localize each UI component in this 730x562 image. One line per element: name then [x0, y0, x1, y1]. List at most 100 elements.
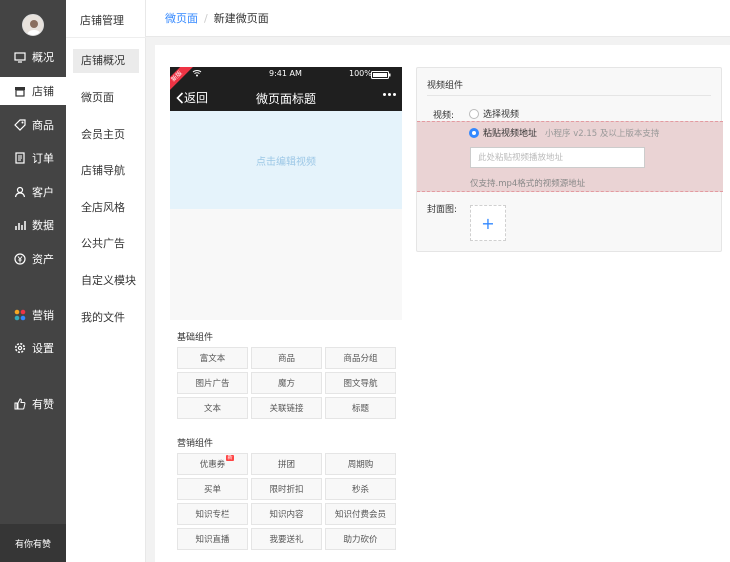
status-time: 9:41 AM	[269, 69, 302, 78]
component-rich-text[interactable]: 富文本	[177, 347, 248, 369]
component-group-buy[interactable]: 拼团	[251, 453, 322, 475]
format-note: 仅支持.mp4格式的视频源地址	[470, 179, 586, 189]
nav-label: 订单	[32, 152, 54, 165]
subnav-item-member-home[interactable]: 会员主页	[73, 123, 139, 147]
breadcrumb-separator: /	[204, 11, 208, 25]
basic-components: 富文本 商品 商品分组 图片广告 魔方 图文导航 文本 关联链接 标题	[177, 347, 397, 419]
status-battery: 100%	[349, 69, 372, 78]
component-heading[interactable]: 标题	[325, 397, 396, 419]
nav-item-shop[interactable]: 店铺	[0, 77, 66, 105]
nav-label: 数据	[32, 219, 54, 232]
subnav-item-micropage[interactable]: 微页面	[73, 86, 139, 110]
nav-item-orders[interactable]: 订单	[0, 144, 66, 172]
nav-item-marketing[interactable]: 营销	[0, 301, 66, 329]
nav-item-assets[interactable]: 资产	[0, 245, 66, 273]
subnav-item-custom-module[interactable]: 自定义模块	[73, 269, 139, 293]
settings-title: 视频组件	[427, 81, 464, 91]
video-label: 视频:	[433, 111, 455, 121]
sub-nav: 店铺管理 店铺概况 微页面 会员主页 店铺导航 全店风格 公共广告 自定义模块 …	[66, 0, 146, 562]
component-goods-group[interactable]: 商品分组	[325, 347, 396, 369]
gear-icon	[14, 342, 26, 354]
component-pay[interactable]: 买单	[177, 478, 248, 500]
subnav-item-overview[interactable]: 店铺概况	[73, 49, 139, 73]
component-goods[interactable]: 商品	[251, 347, 322, 369]
component-label: 优惠券	[199, 460, 226, 470]
component-knowledge-live[interactable]: 知识直播	[177, 528, 248, 550]
version-hint: 小程序 v2.15 及以上版本支持	[545, 128, 660, 139]
nav-label: 有赞	[32, 398, 54, 411]
tag-icon	[14, 119, 26, 131]
video-placeholder[interactable]: 点击编辑视频	[170, 111, 402, 209]
page-title: 微页面标题	[255, 92, 316, 106]
component-text[interactable]: 文本	[177, 397, 248, 419]
breadcrumb-current: 新建微页面	[213, 12, 269, 25]
component-limited-discount[interactable]: 限时折扣	[251, 478, 322, 500]
subnav-item-shop-nav[interactable]: 店铺导航	[73, 159, 139, 183]
subnav-item-style[interactable]: 全店风格	[73, 196, 139, 220]
marketing-components: 优惠券 新 拼团 周期购 买单 限时折扣 秒杀 知识专栏 知识内容 知识付费会员…	[177, 453, 397, 550]
radio-label: 选择视频	[483, 110, 520, 120]
wifi-icon	[192, 69, 202, 79]
nav-item-youzan[interactable]: 有赞	[0, 390, 66, 418]
user-icon	[14, 186, 26, 198]
nav-label: 资产	[32, 253, 54, 266]
component-image-ad[interactable]: 图片广告	[177, 372, 248, 394]
subnav-item-my-files[interactable]: 我的文件	[73, 306, 139, 330]
divider	[66, 37, 146, 38]
nav-label: 商品	[32, 119, 54, 132]
breadcrumb-parent[interactable]: 微页面	[165, 10, 198, 26]
component-coupon[interactable]: 优惠券 新	[177, 453, 248, 475]
video-url-input[interactable]	[470, 147, 645, 168]
component-link[interactable]: 关联链接	[251, 397, 322, 419]
component-knowledge-column[interactable]: 知识专栏	[177, 503, 248, 525]
breadcrumb: 微页面 / 新建微页面	[146, 0, 730, 37]
subnav-item-ads[interactable]: 公共广告	[73, 232, 139, 256]
nav-label: 概况	[32, 51, 54, 64]
nav-label: 营销	[32, 309, 54, 322]
component-knowledge-member[interactable]: 知识付费会员	[325, 503, 396, 525]
marketing-components-title: 营销组件	[177, 439, 214, 449]
nav-item-settings[interactable]: 设置	[0, 334, 66, 362]
radio-paste-url[interactable]: 粘贴视频地址 小程序 v2.15 及以上版本支持	[469, 126, 659, 139]
main-nav: 概况 店铺 商品 订单 客户 数据 资产 营销 设置 有赞 有你有赞	[0, 0, 66, 562]
more-icon[interactable]	[383, 93, 396, 96]
nav-label: 店铺	[32, 85, 54, 98]
thumb-icon	[14, 398, 26, 410]
component-gift[interactable]: 我要送礼	[251, 528, 322, 550]
editor-content: 新版 9:41 AM 100% 返回 微页面标题 点击编辑视频 基础组件 富文本…	[155, 45, 730, 562]
radio-select-video[interactable]: 选择视频	[469, 107, 519, 120]
battery-icon	[371, 71, 391, 81]
phone-header: 新版 9:41 AM 100% 返回 微页面标题	[170, 67, 402, 111]
nav-label: 设置	[32, 342, 54, 355]
apps-icon	[14, 309, 26, 321]
nav-label: 客户	[32, 186, 54, 199]
nav-item-overview[interactable]: 概况	[0, 43, 66, 71]
subnav-title: 店铺管理	[80, 14, 124, 27]
shop-icon	[14, 85, 26, 97]
basic-components-title: 基础组件	[177, 333, 214, 343]
nav-item-customers[interactable]: 客户	[0, 178, 66, 206]
video-settings-panel: 视频组件 视频: 选择视频 粘贴视频地址 小程序 v2.15 及以上版本支持 仅…	[416, 67, 723, 252]
cover-label: 封面图:	[427, 205, 458, 215]
paste-url-section: 粘贴视频地址 小程序 v2.15 及以上版本支持 仅支持.mp4格式的视频源地址	[417, 121, 723, 192]
phone-preview: 新版 9:41 AM 100% 返回 微页面标题 点击编辑视频 基础组件 富文本…	[170, 67, 402, 562]
radio-circle	[469, 127, 479, 138]
nav-item-data[interactable]: 数据	[0, 211, 66, 239]
radio-label: 粘贴视频地址	[483, 129, 538, 139]
monitor-icon	[14, 51, 26, 63]
money-icon	[14, 253, 26, 265]
nav-footer[interactable]: 有你有赞	[0, 524, 66, 562]
radio-circle	[469, 108, 479, 119]
component-bargain[interactable]: 助力砍价	[325, 528, 396, 550]
add-cover-button[interactable]: +	[470, 205, 506, 241]
order-icon	[14, 152, 26, 164]
component-cube[interactable]: 魔方	[251, 372, 322, 394]
nav-item-goods[interactable]: 商品	[0, 111, 66, 139]
component-period-buy[interactable]: 周期购	[325, 453, 396, 475]
component-image-nav[interactable]: 图文导航	[325, 372, 396, 394]
avatar[interactable]	[22, 14, 44, 36]
component-flash-sale[interactable]: 秒杀	[325, 478, 396, 500]
new-badge: 新	[226, 455, 234, 461]
component-knowledge-content[interactable]: 知识内容	[251, 503, 322, 525]
component-panel: 基础组件 富文本 商品 商品分组 图片广告 魔方 图文导航 文本 关联链接 标题…	[170, 320, 402, 562]
